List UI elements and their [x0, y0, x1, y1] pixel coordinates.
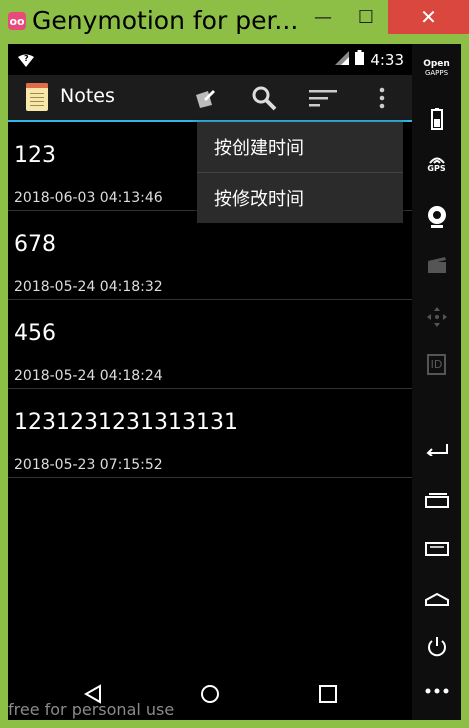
battery-widget-icon[interactable]	[412, 108, 461, 130]
note-title: 456	[14, 321, 56, 346]
status-time: 4:33	[370, 50, 404, 69]
opengapps-bottom: GAPPS	[424, 69, 449, 77]
recent-apps-icon[interactable]	[412, 492, 461, 508]
home-nav-icon[interactable]	[200, 684, 220, 708]
search-icon[interactable]	[249, 83, 279, 113]
wifi-badge: ?	[24, 54, 29, 63]
note-date: 2018-06-03 04:13:46	[14, 190, 163, 206]
note-date: 2018-05-24 04:18:32	[14, 279, 163, 295]
power-icon[interactable]	[412, 636, 461, 658]
camera-widget-icon[interactable]	[412, 205, 461, 229]
opengapps-icon[interactable]: Open GAPPS	[412, 60, 461, 78]
genymotion-sidebar: Open GAPPS GPS ID	[412, 44, 461, 720]
back-button-icon[interactable]	[412, 442, 461, 456]
home-button-icon[interactable]	[412, 592, 461, 606]
sort-dropdown-menu: 按创建时间 按修改时间	[197, 122, 403, 223]
new-note-icon[interactable]	[190, 83, 220, 113]
menu-button-icon[interactable]	[412, 542, 461, 556]
android-screen: ? 4:33 Notes 123 2018-06-03 04:13:46 678…	[8, 44, 412, 720]
minimize-button[interactable]: —	[300, 0, 346, 34]
note-date: 2018-05-23 07:15:52	[14, 457, 163, 473]
menu-item-sort-by-created[interactable]: 按创建时间	[197, 122, 403, 172]
device-id-icon[interactable]: ID	[412, 354, 461, 375]
note-row[interactable]: 456 2018-05-24 04:18:24	[8, 300, 412, 389]
note-date: 2018-05-24 04:18:24	[14, 368, 163, 384]
recents-nav-icon[interactable]	[319, 685, 337, 707]
sort-icon[interactable]	[308, 83, 338, 113]
note-title: 123	[14, 143, 56, 168]
gps-label: GPS	[427, 164, 446, 173]
more-options-icon[interactable]	[412, 688, 461, 694]
watermark: free for personal use	[8, 700, 175, 719]
note-row[interactable]: 1231231231313131 2018-05-23 07:15:52	[8, 389, 412, 478]
maximize-button[interactable]: ☐	[346, 0, 386, 34]
device-id-label: ID	[426, 354, 447, 375]
battery-icon	[355, 50, 365, 69]
note-row[interactable]: 678 2018-05-24 04:18:32	[8, 211, 412, 300]
status-bar: ? 4:33	[8, 44, 412, 75]
gps-widget-icon[interactable]: GPS	[412, 156, 461, 173]
note-title: 1231231231313131	[14, 410, 238, 435]
opengapps-top: Open	[423, 59, 450, 69]
genymotion-window: oo Genymotion for per... — ☐ ✕ ? 4:33 No…	[0, 0, 469, 728]
wifi-icon: ?	[18, 52, 34, 71]
menu-item-sort-by-modified[interactable]: 按修改时间	[197, 172, 403, 223]
close-button[interactable]: ✕	[388, 0, 469, 34]
clapperboard-icon[interactable]	[412, 256, 461, 274]
action-bar: Notes	[8, 75, 412, 122]
window-titlebar: oo Genymotion for per... — ☐ ✕	[0, 0, 469, 44]
signal-icon	[335, 50, 350, 69]
overflow-menu-icon[interactable]	[367, 83, 397, 113]
note-title: 678	[14, 232, 56, 257]
app-title: Notes	[60, 85, 115, 107]
genymotion-logo-icon: oo	[8, 12, 26, 30]
dpad-icon[interactable]	[412, 306, 461, 328]
window-title: Genymotion for per...	[32, 6, 299, 35]
notes-app-icon	[26, 83, 48, 111]
